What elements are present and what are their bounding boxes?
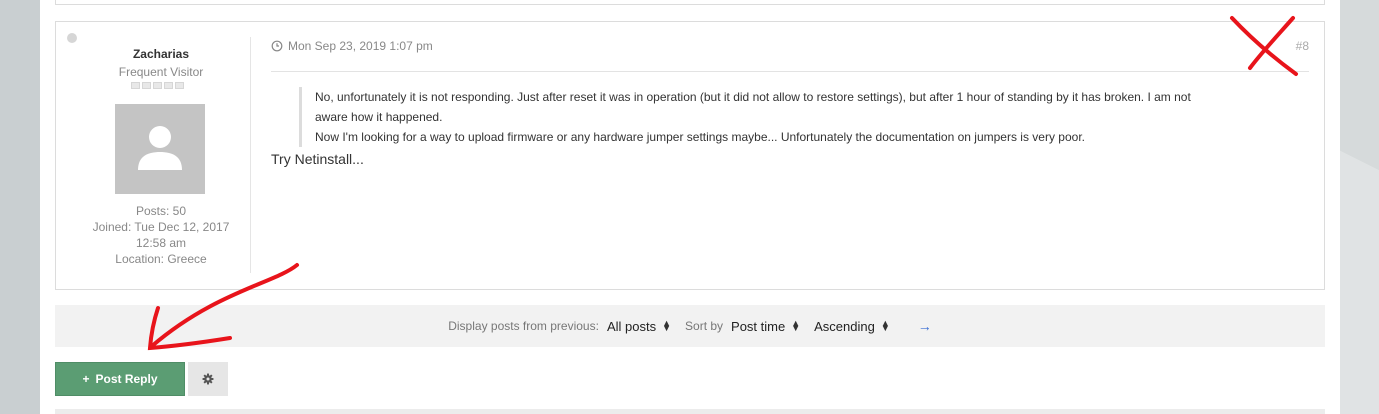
sort-order-value: Ascending xyxy=(814,318,875,334)
select-updown-icon: ▲ ▼ xyxy=(880,318,890,333)
quote-line: aware how it happened. xyxy=(315,110,443,124)
post-date-text: Mon Sep 23, 2019 1:07 pm xyxy=(288,39,433,53)
rank-star-icon xyxy=(175,82,184,89)
profile-details: Posts: 50 Joined: Tue Dec 12, 2017 12:58… xyxy=(56,203,266,267)
rank-star-icon xyxy=(153,82,162,89)
topic-tools-button[interactable] xyxy=(188,362,228,396)
quote-line: No, unfortunately it is not responding. … xyxy=(315,90,1191,104)
previous-post-box xyxy=(55,0,1325,5)
clock-icon xyxy=(271,40,283,52)
forum-post: Zacharias Frequent Visitor Posts: 50 Joi… xyxy=(55,21,1325,290)
rank-star-icon xyxy=(142,82,151,89)
display-posts-label: Display posts from previous: xyxy=(448,319,599,333)
display-posts-select[interactable]: All posts ▲ ▼ xyxy=(607,319,671,334)
post-profile: Zacharias Frequent Visitor Posts: 50 Joi… xyxy=(56,22,251,289)
select-updown-icon: ▲ ▼ xyxy=(662,318,672,333)
display-options-bar: Display posts from previous: All posts ▲… xyxy=(55,305,1325,347)
display-posts-value: All posts xyxy=(606,318,657,334)
author-rank: Frequent Visitor xyxy=(118,65,204,79)
rank-star-icon xyxy=(131,82,140,89)
rank-star-icon xyxy=(164,82,173,89)
next-section-edge xyxy=(55,409,1325,414)
default-avatar-icon xyxy=(138,126,182,170)
sort-by-label: Sort by xyxy=(685,319,724,333)
post-number[interactable]: #8 xyxy=(1296,39,1309,53)
joined-date: Joined: Tue Dec 12, 2017 xyxy=(92,220,230,234)
sort-key-select[interactable]: Post time ▲ ▼ xyxy=(731,319,800,334)
post-reply-button[interactable]: + Post Reply xyxy=(55,362,185,396)
post-body-text: Try Netinstall... xyxy=(271,151,364,167)
joined-time: 12:58 am xyxy=(135,236,187,250)
avatar[interactable] xyxy=(115,104,205,194)
sort-order-select[interactable]: Ascending ▲ ▼ xyxy=(814,319,890,334)
forum-page: Zacharias Frequent Visitor Posts: 50 Joi… xyxy=(40,0,1340,414)
gear-icon xyxy=(202,373,214,385)
plus-icon: + xyxy=(82,372,90,386)
location: Location: Greece xyxy=(115,252,207,266)
post-date[interactable]: Mon Sep 23, 2019 1:07 pm xyxy=(271,39,433,53)
author-name[interactable]: Zacharias xyxy=(56,47,266,61)
sort-key-value: Post time xyxy=(731,318,786,334)
post-header: Mon Sep 23, 2019 1:07 pm #8 xyxy=(271,39,1309,72)
profile-divider xyxy=(250,37,251,273)
rank-stars xyxy=(131,82,191,90)
quote-line: Now I'm looking for a way to upload firm… xyxy=(315,130,1085,144)
quote-block: No, unfortunately it is not responding. … xyxy=(299,87,1315,147)
post-count: Posts: 50 xyxy=(135,204,187,218)
arrow-right-icon[interactable]: → xyxy=(918,318,932,334)
select-updown-icon: ▲ ▼ xyxy=(791,318,801,333)
post-reply-label: Post Reply xyxy=(95,372,158,386)
